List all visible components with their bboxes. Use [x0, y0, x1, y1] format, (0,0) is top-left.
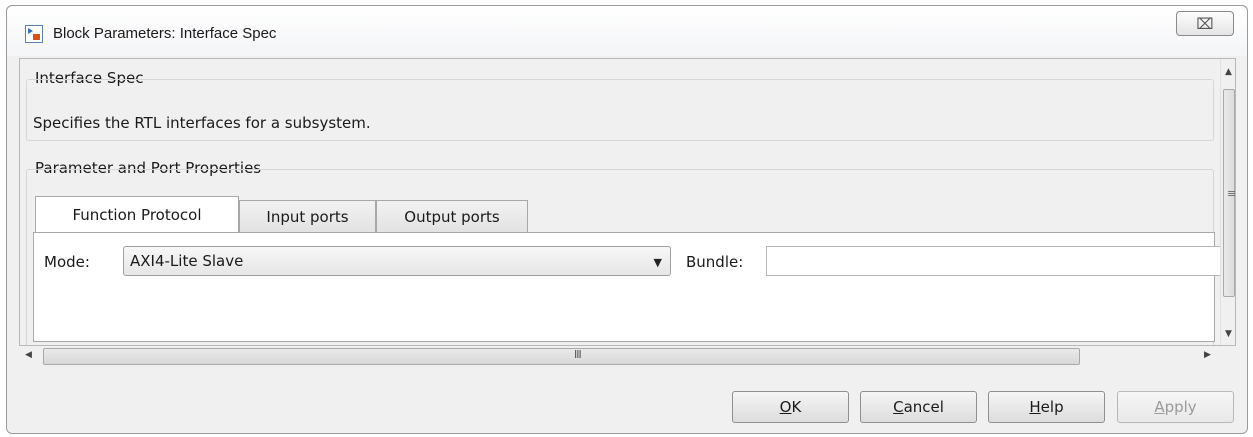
- help-mnemonic: H: [1029, 398, 1041, 416]
- ok-mnemonic: O: [779, 398, 792, 416]
- dialog-window: Block Parameters: Interface Spec ⌧ Inter…: [6, 5, 1248, 434]
- vertical-scroll-thumb[interactable]: ≡: [1223, 89, 1235, 297]
- tab-function-protocol[interactable]: Function Protocol: [35, 196, 239, 232]
- scroll-right-arrow-icon[interactable]: ▶: [1204, 350, 1211, 360]
- window-title: Block Parameters: Interface Spec: [53, 25, 277, 42]
- mode-label: Mode:: [44, 253, 90, 271]
- tab-output-ports-label: Output ports: [404, 208, 500, 226]
- apply-mnemonic: A: [1154, 398, 1165, 416]
- tab-input-ports[interactable]: Input ports: [239, 200, 376, 233]
- vertical-scroll-grip-icon: ≡: [1227, 187, 1236, 200]
- title-bar[interactable]: Block Parameters: Interface Spec ⌧: [7, 6, 1247, 56]
- tab-input-ports-label: Input ports: [266, 208, 349, 226]
- apply-label-rest: pply: [1164, 398, 1197, 416]
- description-text: Specifies the RTL interfaces for a subsy…: [33, 114, 371, 132]
- mode-select-value: AXI4-Lite Slave: [130, 252, 244, 270]
- cancel-button[interactable]: Cancel: [860, 391, 977, 423]
- cancel-label-rest: ancel: [903, 398, 944, 416]
- horizontal-scroll-thumb[interactable]: III: [43, 348, 1080, 365]
- tab-output-ports[interactable]: Output ports: [376, 200, 528, 233]
- ok-label-rest: K: [791, 398, 802, 416]
- mode-select[interactable]: AXI4-Lite Slave ▼: [123, 246, 671, 276]
- bundle-input[interactable]: [766, 246, 1226, 276]
- tab-function-protocol-label: Function Protocol: [72, 205, 202, 224]
- ok-button[interactable]: OK: [732, 391, 849, 423]
- cancel-mnemonic: C: [893, 398, 904, 416]
- horizontal-scroll-grip-icon: III: [574, 348, 582, 361]
- help-button[interactable]: Help: [988, 391, 1105, 423]
- vertical-scrollbar[interactable]: ▲ ≡ ▼: [1220, 59, 1235, 345]
- close-button[interactable]: ⌧: [1176, 11, 1234, 36]
- scroll-up-arrow-icon[interactable]: ▲: [1225, 67, 1232, 77]
- horizontal-scrollbar[interactable]: ◀ III ▶: [19, 347, 1219, 366]
- apply-button[interactable]: Apply: [1117, 391, 1234, 423]
- close-icon: ⌧: [1196, 14, 1214, 33]
- scroll-down-arrow-icon[interactable]: ▼: [1225, 329, 1232, 339]
- help-label-rest: elp: [1040, 398, 1064, 416]
- simulink-block-icon: [25, 25, 43, 43]
- bundle-label: Bundle:: [686, 253, 744, 271]
- chevron-down-icon: ▼: [653, 256, 662, 269]
- scroll-left-arrow-icon[interactable]: ◀: [25, 350, 32, 360]
- parameters-panel: Interface Spec Specifies the RTL interfa…: [19, 58, 1236, 346]
